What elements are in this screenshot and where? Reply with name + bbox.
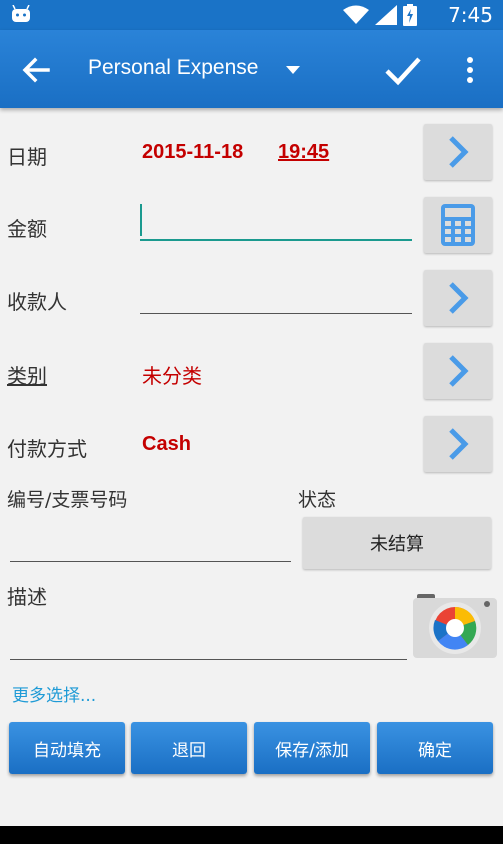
- status-label: 状态: [298, 489, 337, 511]
- save-add-button[interactable]: 保存/添加: [254, 722, 370, 774]
- app-title[interactable]: Personal Expense: [88, 56, 258, 80]
- more-vert-icon[interactable]: [458, 52, 482, 88]
- payee-label: 收款人: [7, 290, 67, 314]
- category-picker-button[interactable]: [424, 343, 492, 399]
- date-value[interactable]: 2015-11-18: [142, 141, 243, 164]
- calculator-button[interactable]: [424, 197, 492, 253]
- chevron-right-icon: [449, 428, 469, 460]
- payment-method-value[interactable]: Cash: [142, 433, 191, 456]
- signal-icon: [375, 5, 397, 25]
- amount-input[interactable]: [140, 239, 412, 241]
- calculator-icon: [441, 204, 475, 246]
- more-options-link[interactable]: 更多选择...: [12, 681, 96, 706]
- autofill-button[interactable]: 自动填充: [9, 722, 125, 774]
- app-bar: Personal Expense: [0, 30, 503, 108]
- back-button[interactable]: 退回: [131, 722, 247, 774]
- dropdown-icon[interactable]: [283, 60, 303, 80]
- check-icon[interactable]: [383, 50, 423, 90]
- check-number-label: 编号/支票号码: [7, 489, 128, 511]
- wifi-icon: [343, 5, 369, 24]
- chevron-right-icon: [449, 136, 469, 168]
- payee-picker-button[interactable]: [424, 270, 492, 326]
- date-picker-button[interactable]: [424, 124, 492, 180]
- status-bar: 7:45: [0, 0, 503, 30]
- battery-icon: [403, 4, 417, 26]
- android-icon: [12, 5, 30, 22]
- check-number-input[interactable]: [10, 561, 291, 562]
- camera-icon[interactable]: [413, 590, 497, 658]
- status-button[interactable]: 未结算: [303, 517, 491, 569]
- category-value[interactable]: 未分类: [142, 360, 202, 389]
- clock: 7:45: [448, 3, 493, 27]
- category-label[interactable]: 类别: [7, 360, 47, 389]
- text-cursor: [140, 204, 142, 236]
- date-label: 日期: [7, 145, 47, 169]
- back-arrow-icon[interactable]: [18, 52, 54, 88]
- description-input[interactable]: [10, 659, 407, 660]
- navigation-bar: [0, 826, 503, 844]
- payee-input[interactable]: [140, 313, 412, 314]
- payment-method-picker-button[interactable]: [424, 416, 492, 472]
- time-value[interactable]: 19:45: [278, 141, 329, 164]
- amount-label: 金额: [7, 217, 47, 241]
- description-label: 描述: [7, 585, 47, 609]
- chevron-right-icon: [449, 282, 469, 314]
- confirm-button[interactable]: 确定: [377, 722, 493, 774]
- payment-method-label: 付款方式: [7, 437, 87, 461]
- chevron-right-icon: [449, 355, 469, 387]
